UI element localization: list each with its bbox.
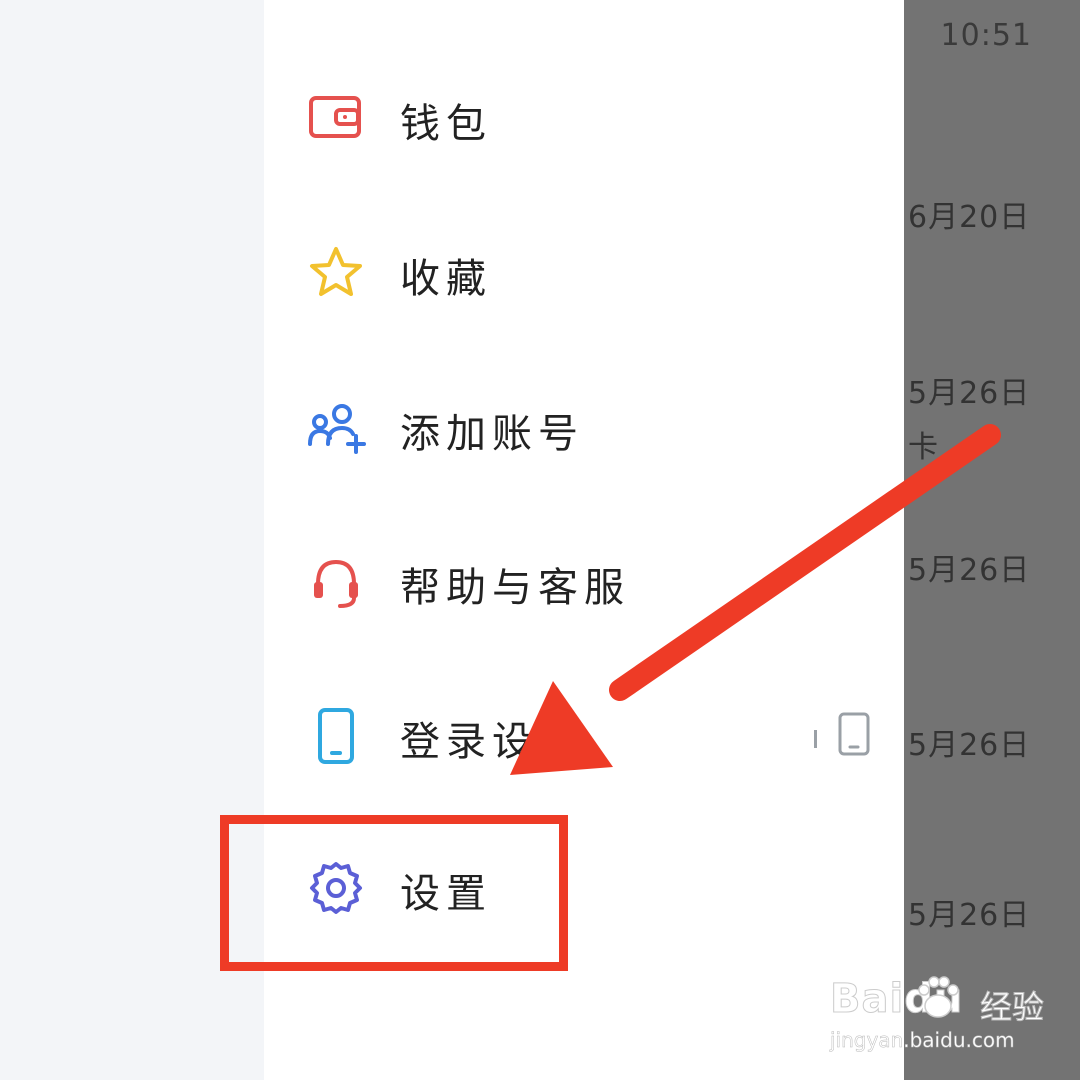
wallet-icon	[309, 96, 361, 138]
menu-label-add-account: 添加账号	[400, 411, 584, 457]
menu-label-favorites: 收藏	[400, 256, 492, 302]
background-date: 5月26日	[908, 553, 1031, 588]
background-date: 5月26日	[908, 728, 1031, 763]
watermark-cn: 经验	[979, 988, 1045, 1027]
menu-label-login-devices: 登录设	[400, 719, 538, 765]
star-icon	[310, 247, 362, 296]
annotation-highlight-box	[220, 815, 568, 971]
status-time: 10:51	[940, 18, 1032, 53]
menu-label-help: 帮助与客服	[400, 565, 630, 611]
menu-item-favorites[interactable]: 收藏	[264, 213, 904, 333]
device-phone-icon	[838, 712, 870, 756]
menu-label-wallet: 钱包	[400, 101, 492, 147]
menu-item-wallet[interactable]: 钱包	[264, 58, 904, 178]
background-date: 5月26日	[908, 898, 1031, 933]
baidu-watermark: Baidu 经验 jingyan.baidu.com	[829, 968, 1070, 1058]
phone-icon	[318, 708, 354, 764]
dimmed-background[interactable]: 10:51 6月20日 5月26日 卡 5月26日 5月26日 5月26日	[904, 0, 1080, 1080]
watermark-url: jingyan.baidu.com	[830, 1028, 1015, 1053]
menu-item-login-devices[interactable]: 登录设	[264, 676, 904, 796]
menu-item-add-account[interactable]: 添加账号	[264, 368, 904, 488]
background-date: 5月26日	[908, 376, 1031, 411]
background-fragment: 卡	[908, 430, 938, 465]
device-divider	[814, 730, 817, 748]
menu-item-help[interactable]: 帮助与客服	[264, 522, 904, 642]
headset-icon	[314, 559, 358, 608]
add-account-icon	[308, 404, 366, 454]
paw-icon	[918, 976, 959, 1018]
background-date: 6月20日	[908, 200, 1031, 235]
